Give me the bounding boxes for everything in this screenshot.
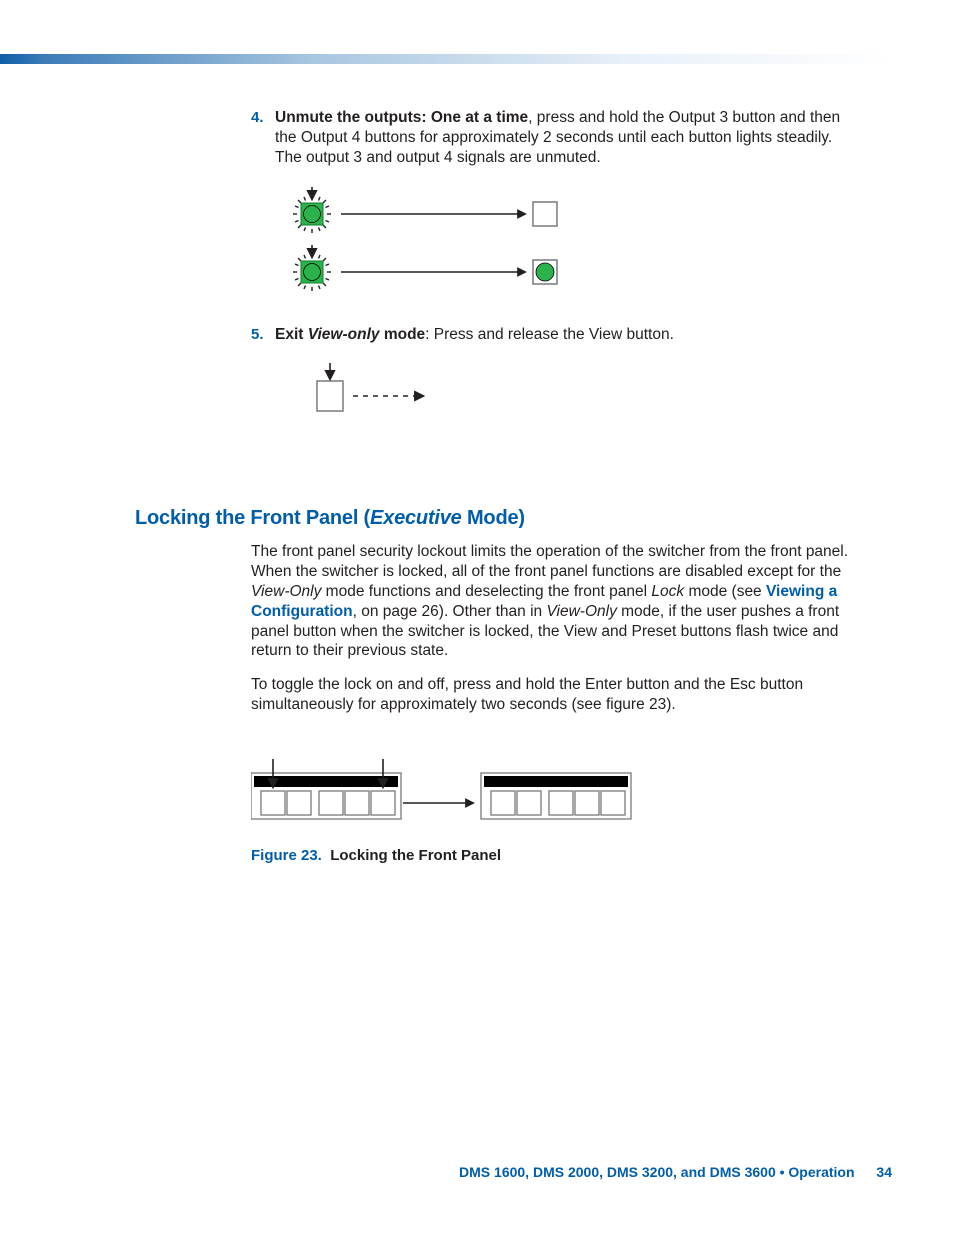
step-4: 4. Unmute the outputs: One at a time, pr… [135,108,855,167]
figure-number: Figure 23. [251,847,322,864]
paragraph-2: To toggle the lock on and off, press and… [251,675,855,715]
step-lead-bold: Exit [275,326,308,343]
heading-em: Executive [370,507,462,529]
p1-a: The front panel security lockout limits … [251,543,848,580]
p1-i1: View-Only [251,583,321,600]
step-5: 5. Exit View-only mode: Press and releas… [135,325,855,345]
p1-i2: Lock [651,583,684,600]
section-heading: Locking the Front Panel (Executive Mode) [135,507,855,530]
locking-panel-diagram [251,759,855,829]
step-list: 4. Unmute the outputs: One at a time, pr… [135,108,855,167]
step-lead-rest: : One at a time [421,109,528,126]
figure-title: Locking the Front Panel [330,847,501,864]
step-number: 5. [251,325,264,344]
header-gradient-bar [0,54,893,64]
footer-text: DMS 1600, DMS 2000, DMS 3200, and DMS 36… [459,1164,855,1180]
step-number: 4. [251,108,264,127]
step-list-2: 5. Exit View-only mode: Press and releas… [135,325,855,345]
step-lead-bold2: mode [380,326,426,343]
page-content: 4. Unmute the outputs: One at a time, pr… [135,108,855,864]
page-footer: DMS 1600, DMS 2000, DMS 3200, and DMS 36… [459,1164,892,1180]
p1-i3: View-Only [546,603,616,620]
p1-d: , on page 26). Other than in [353,603,547,620]
step-lead-bold: Unmute the outputs [275,109,421,126]
page-number: 34 [876,1164,892,1180]
p1-c: mode (see [684,583,766,600]
heading-pre: Locking the Front Panel ( [135,507,370,529]
step-lead-bold-italic: View-only [308,326,380,343]
p1-b: mode functions and deselecting the front… [321,583,651,600]
paragraph-1: The front panel security lockout limits … [251,542,855,661]
unmute-diagram [275,187,855,307]
exit-view-diagram [315,359,855,419]
heading-post: Mode) [462,507,525,529]
figure-caption: Figure 23. Locking the Front Panel [251,847,855,864]
step-body: : Press and release the View button. [425,326,674,343]
